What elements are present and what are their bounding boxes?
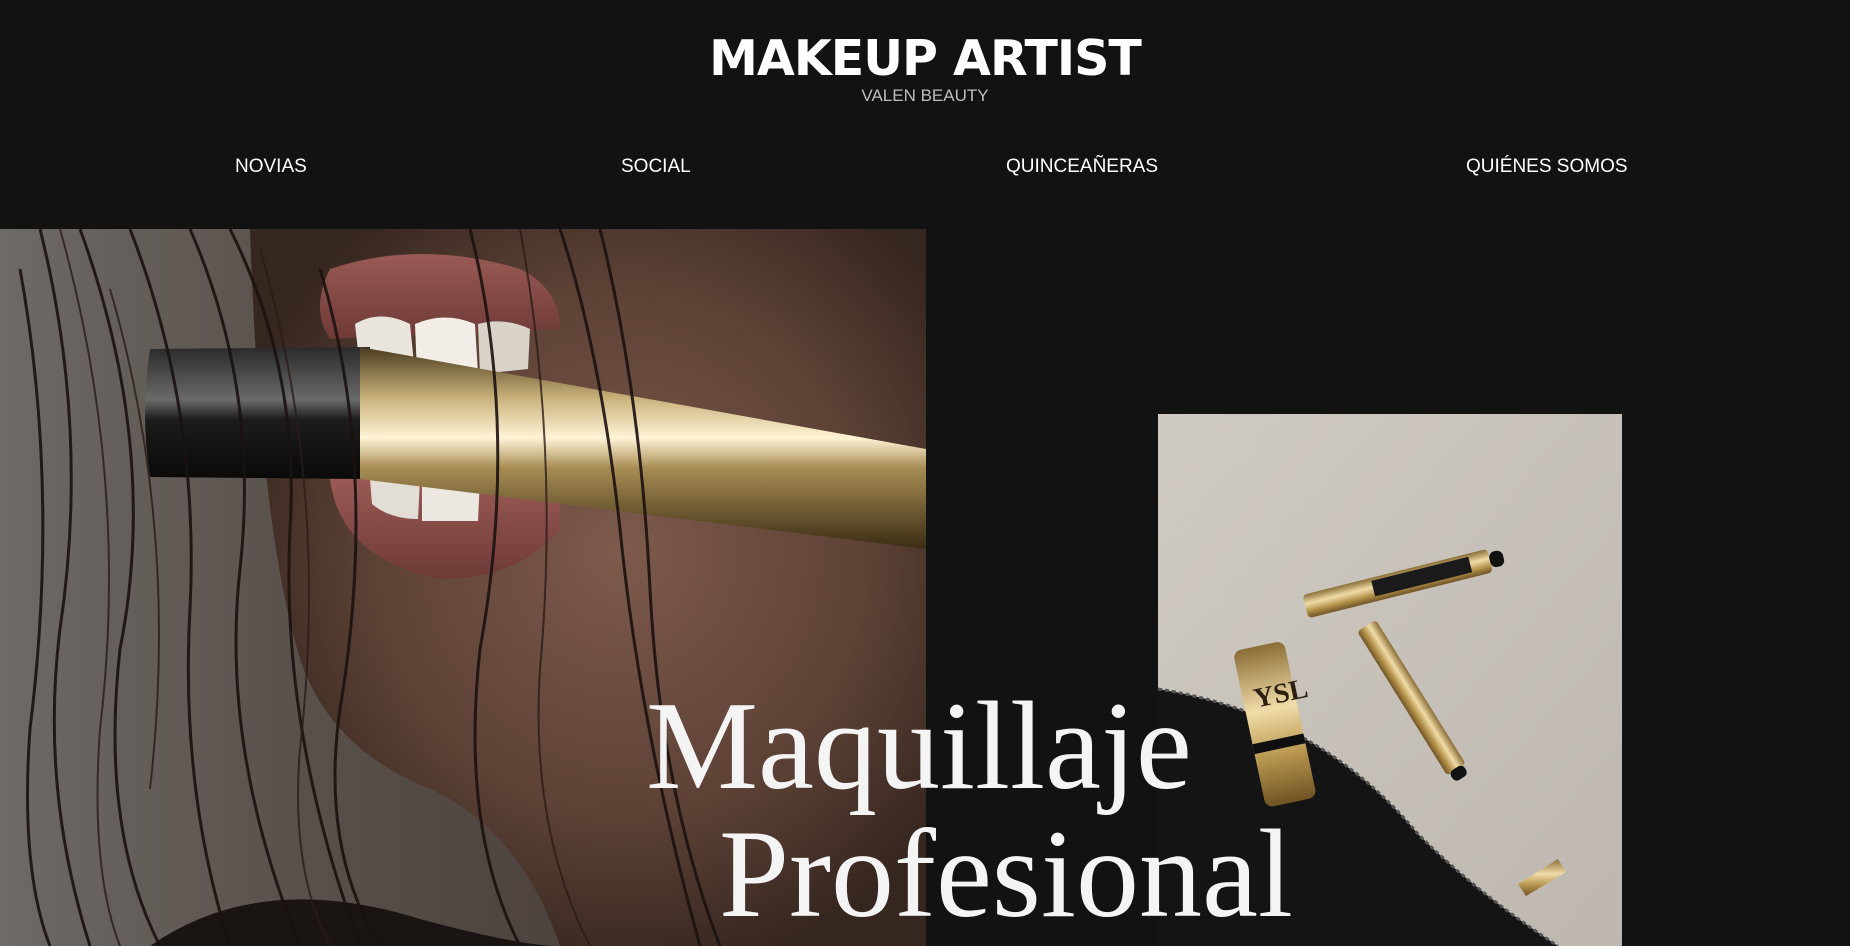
site-title[interactable]: MAKEUP ARTIST (0, 30, 1850, 88)
site-subtitle: VALEN BEAUTY (861, 86, 989, 105)
nav-item-quienes-somos[interactable]: QUIÉNES SOMOS (1466, 156, 1628, 178)
nav-item-quinceaneras[interactable]: QUINCEAÑERAS (1006, 156, 1158, 178)
hero-headline-line-1: Maquillaje (646, 677, 1192, 816)
nav-item-novias[interactable]: NOVIAS (235, 156, 307, 178)
page: MAKEUP ARTIST VALEN BEAUTY NOVIAS SOCIAL… (0, 0, 1850, 946)
nav-item-social[interactable]: SOCIAL (621, 156, 691, 178)
hero-headline-line-2: Profesional (719, 805, 1293, 944)
